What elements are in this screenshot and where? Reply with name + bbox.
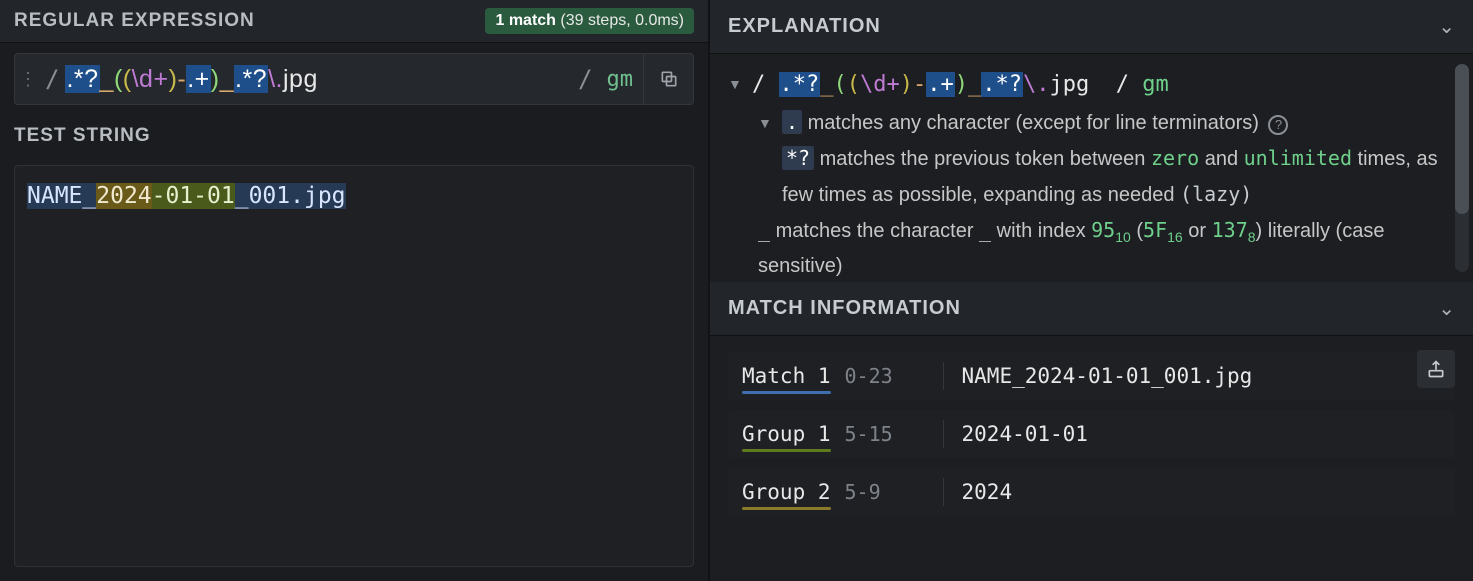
match-info-title: MATCH INFORMATION	[728, 297, 961, 320]
regex-close-delim: /	[574, 65, 596, 93]
match-name: Match 1	[728, 356, 845, 396]
explanation-header: EXPLANATION ⌄	[710, 0, 1473, 54]
group-range: 5-9	[845, 480, 925, 504]
regex-flags[interactable]: gm	[597, 67, 644, 92]
regex-open-delim: /	[41, 65, 63, 93]
tree-toggle-icon[interactable]: ▼	[728, 66, 744, 97]
match-range: 0-23	[845, 364, 925, 388]
explanation-line: _ matches the character _ with index 951…	[758, 213, 1463, 283]
regex-section-header: REGULAR EXPRESSION 1 match (39 steps, 0.…	[0, 0, 708, 43]
explanation-title: EXPLANATION	[728, 15, 881, 38]
divider	[943, 420, 944, 449]
export-icon	[1426, 359, 1446, 379]
group-name: Group 1	[728, 414, 845, 454]
group-range: 5-15	[845, 422, 925, 446]
copy-icon	[659, 69, 679, 89]
info-icon[interactable]: ?	[1268, 115, 1288, 135]
group-value: 2024	[962, 480, 1013, 504]
divider	[943, 362, 944, 391]
regex-pattern[interactable]: .*?_((\d+)-.+)_.*?\.jpg	[63, 65, 574, 94]
explanation-line: *? matches the previous token between ze…	[782, 141, 1463, 213]
group-row[interactable]: Group 2 5-9 2024	[728, 468, 1455, 516]
collapse-explanation-button[interactable]: ⌄	[1438, 14, 1455, 39]
divider	[943, 478, 944, 507]
explanation-body: ▼ / .*?_((\d+)-.+)_.*?\.jpg / gm ▼ . mat…	[710, 54, 1473, 282]
copy-regex-button[interactable]	[643, 54, 693, 104]
export-button[interactable]	[1417, 350, 1455, 388]
match-info-header: MATCH INFORMATION ⌄	[710, 282, 1473, 336]
match-value: NAME_2024-01-01_001.jpg	[962, 364, 1253, 388]
regex-input[interactable]: ⋮ / .*?_((\d+)-.+)_.*?\.jpg / gm	[14, 53, 694, 105]
group-value: 2024-01-01	[962, 422, 1088, 446]
match-count-badge: 1 match (39 steps, 0.0ms)	[485, 8, 694, 34]
test-string-input[interactable]: NAME_2024-01-01_001.jpg	[14, 165, 694, 567]
group-row[interactable]: Group 1 5-15 2024-01-01	[728, 410, 1455, 458]
regex-header-title: REGULAR EXPRESSION	[14, 10, 255, 32]
tree-toggle-icon[interactable]: ▼	[758, 105, 774, 136]
test-string-header: TEST STRING	[0, 115, 708, 157]
match-info-body: Match 1 0-23 NAME_2024-01-01_001.jpg Gro…	[710, 336, 1473, 542]
explanation-line: . matches any character (except for line…	[782, 105, 1288, 141]
match-row[interactable]: Match 1 0-23 NAME_2024-01-01_001.jpg	[728, 352, 1455, 400]
group-name: Group 2	[728, 472, 845, 512]
drag-handle-icon[interactable]: ⋮	[15, 69, 41, 90]
scrollbar-thumb[interactable]	[1455, 64, 1469, 214]
test-string-title: TEST STRING	[14, 125, 694, 147]
explanation-regex-echo: / .*?_((\d+)-.+)_.*?\.jpg / gm	[752, 66, 1169, 105]
scrollbar[interactable]	[1455, 64, 1469, 272]
collapse-match-info-button[interactable]: ⌄	[1438, 296, 1455, 321]
